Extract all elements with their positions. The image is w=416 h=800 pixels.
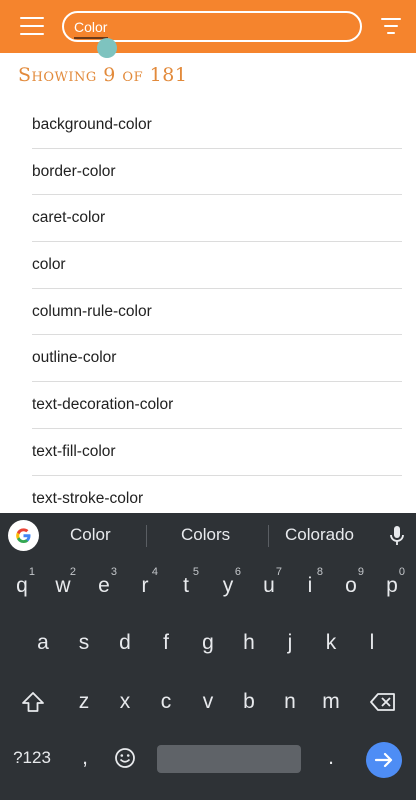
arrow-right-icon bbox=[374, 752, 393, 768]
key-k[interactable]: k bbox=[311, 620, 351, 666]
key-p[interactable]: p0 bbox=[372, 563, 412, 609]
key-m[interactable]: m bbox=[311, 679, 351, 725]
list-item[interactable]: column-rule-color bbox=[32, 289, 402, 336]
key-n[interactable]: n bbox=[270, 679, 310, 725]
list-item[interactable]: color bbox=[32, 242, 402, 289]
list-item[interactable]: outline-color bbox=[32, 335, 402, 383]
key-i[interactable]: i8 bbox=[290, 563, 330, 609]
suggestion-divider bbox=[268, 525, 269, 547]
emoji-icon bbox=[115, 748, 135, 768]
key-l[interactable]: l bbox=[352, 620, 392, 666]
key-f[interactable]: f bbox=[146, 620, 186, 666]
key-c[interactable]: c bbox=[146, 679, 186, 725]
list-item[interactable]: background-color bbox=[32, 102, 402, 149]
suggestion-2[interactable]: Colors bbox=[181, 525, 230, 545]
symbols-key[interactable]: ?123 bbox=[4, 735, 60, 781]
filter-icon[interactable] bbox=[381, 17, 401, 35]
key-s[interactable]: s bbox=[64, 620, 104, 666]
suggestion-divider bbox=[146, 525, 147, 547]
google-logo-icon[interactable] bbox=[8, 520, 39, 551]
suggestion-1[interactable]: Color bbox=[70, 525, 111, 545]
backspace-key[interactable] bbox=[358, 679, 408, 725]
shift-key[interactable] bbox=[8, 679, 58, 725]
key-u[interactable]: u7 bbox=[249, 563, 289, 609]
text-cursor-handle[interactable] bbox=[97, 38, 117, 58]
key-h[interactable]: h bbox=[229, 620, 269, 666]
soft-keyboard: Color Colors Colorado q1 w2 e3 r4 t5 y6 … bbox=[0, 513, 416, 800]
key-b[interactable]: b bbox=[229, 679, 269, 725]
results-list: background-color border-color caret-colo… bbox=[32, 102, 402, 522]
key-o[interactable]: o9 bbox=[331, 563, 371, 609]
key-z[interactable]: z bbox=[64, 679, 104, 725]
key-d[interactable]: d bbox=[105, 620, 145, 666]
spacebar[interactable] bbox=[157, 745, 301, 773]
key-e[interactable]: e3 bbox=[84, 563, 124, 609]
key-g[interactable]: g bbox=[188, 620, 228, 666]
hamburger-menu-icon[interactable] bbox=[20, 15, 44, 37]
key-a[interactable]: a bbox=[23, 620, 63, 666]
suggestion-3[interactable]: Colorado bbox=[285, 525, 354, 545]
comma-key[interactable]: , bbox=[66, 735, 104, 781]
backspace-icon bbox=[370, 693, 395, 711]
key-j[interactable]: j bbox=[270, 620, 310, 666]
key-v[interactable]: v bbox=[188, 679, 228, 725]
results-count-heading: Showing 9 of 181 bbox=[18, 64, 188, 86]
suggestion-bar: Color Colors Colorado bbox=[0, 513, 416, 557]
search-input-value: Color bbox=[74, 19, 108, 35]
emoji-key[interactable] bbox=[106, 735, 144, 781]
key-y[interactable]: y6 bbox=[208, 563, 248, 609]
list-item[interactable]: caret-color bbox=[32, 195, 402, 243]
period-key[interactable]: . bbox=[311, 735, 351, 781]
list-item[interactable]: text-fill-color bbox=[32, 429, 402, 476]
key-q[interactable]: q1 bbox=[2, 563, 42, 609]
enter-key[interactable] bbox=[366, 742, 402, 778]
list-item[interactable]: border-color bbox=[32, 149, 402, 196]
app-bar: Color bbox=[0, 0, 416, 53]
key-x[interactable]: x bbox=[105, 679, 145, 725]
key-w[interactable]: w2 bbox=[43, 563, 83, 609]
microphone-icon[interactable] bbox=[388, 525, 406, 547]
key-r[interactable]: r4 bbox=[125, 563, 165, 609]
list-item[interactable]: text-decoration-color bbox=[32, 382, 402, 429]
shift-icon bbox=[22, 692, 44, 712]
key-t[interactable]: t5 bbox=[166, 563, 206, 609]
